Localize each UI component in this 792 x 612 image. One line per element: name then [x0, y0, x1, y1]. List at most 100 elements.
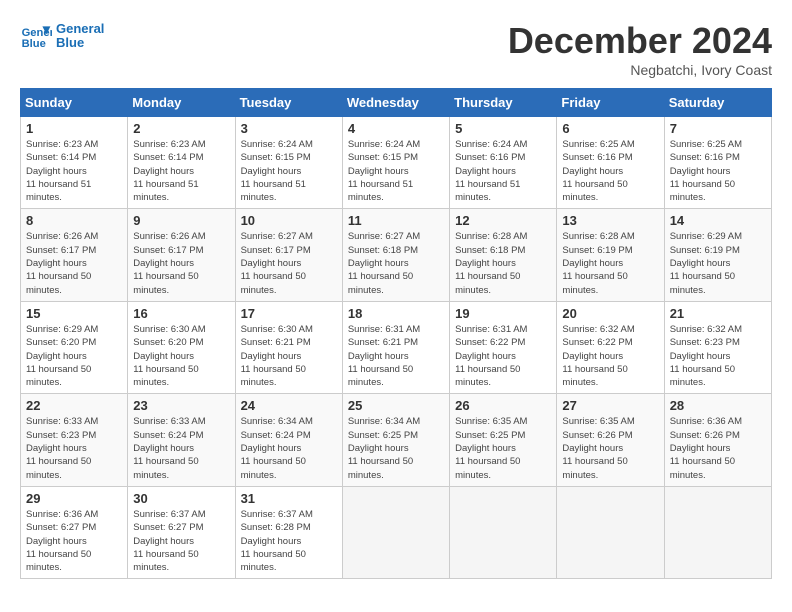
- table-row: [557, 486, 664, 578]
- table-row: [450, 486, 557, 578]
- calendar-week-row: 15 Sunrise: 6:29 AMSunset: 6:20 PMDayligh…: [21, 301, 772, 393]
- calendar-week-row: 1 Sunrise: 6:23 AMSunset: 6:14 PMDaylight…: [21, 117, 772, 209]
- day-info: Sunrise: 6:28 AMSunset: 6:19 PMDaylight …: [562, 230, 658, 296]
- day-number: 1: [26, 121, 122, 136]
- day-number: 4: [348, 121, 444, 136]
- day-info: Sunrise: 6:28 AMSunset: 6:18 PMDaylight …: [455, 230, 551, 296]
- day-number: 11: [348, 213, 444, 228]
- table-row: 5 Sunrise: 6:24 AMSunset: 6:16 PMDaylight…: [450, 117, 557, 209]
- table-row: 29Sunrise: 6:36 AMSunset: 6:27 PMDayligh…: [21, 486, 128, 578]
- day-info: Sunrise: 6:34 AMSunset: 6:25 PMDaylight …: [348, 415, 444, 481]
- table-row: 19 Sunrise: 6:31 AMSunset: 6:22 PMDayligh…: [450, 301, 557, 393]
- day-number: 28: [670, 398, 766, 413]
- day-info: Sunrise: 6:24 AMSunset: 6:15 PMDaylight …: [348, 138, 444, 204]
- day-info: Sunrise: 6:24 AMSunset: 6:15 PMDaylight …: [241, 138, 337, 204]
- day-number: 5: [455, 121, 551, 136]
- day-info: Sunrise: 6:35 AMSunset: 6:25 PMDaylight …: [455, 415, 551, 481]
- logo: General Blue General Blue: [20, 20, 104, 52]
- day-number: 10: [241, 213, 337, 228]
- logo-line1: General: [56, 22, 104, 36]
- day-number: 24: [241, 398, 337, 413]
- table-row: 6 Sunrise: 6:25 AMSunset: 6:16 PMDaylight…: [557, 117, 664, 209]
- day-number: 13: [562, 213, 658, 228]
- table-row: 30 Sunrise: 6:37 AMSunset: 6:27 PMDayligh…: [128, 486, 235, 578]
- day-number: 14: [670, 213, 766, 228]
- col-tuesday: Tuesday: [235, 89, 342, 117]
- day-number: 20: [562, 306, 658, 321]
- calendar-subtitle: Negbatchi, Ivory Coast: [508, 62, 772, 78]
- day-info: Sunrise: 6:24 AMSunset: 6:16 PMDaylight …: [455, 138, 551, 204]
- table-row: 20Sunrise: 6:32 AMSunset: 6:22 PMDayligh…: [557, 301, 664, 393]
- col-friday: Friday: [557, 89, 664, 117]
- table-row: 15 Sunrise: 6:29 AMSunset: 6:20 PMDayligh…: [21, 301, 128, 393]
- day-number: 27: [562, 398, 658, 413]
- table-row: [342, 486, 449, 578]
- day-info: Sunrise: 6:29 AMSunset: 6:20 PMDaylight …: [26, 323, 122, 389]
- day-info: Sunrise: 6:31 AMSunset: 6:21 PMDaylight …: [348, 323, 444, 389]
- table-row: 2 Sunrise: 6:23 AMSunset: 6:14 PMDaylight…: [128, 117, 235, 209]
- day-info: Sunrise: 6:27 AMSunset: 6:17 PMDaylight …: [241, 230, 337, 296]
- table-row: 14Sunrise: 6:29 AMSunset: 6:19 PMDayligh…: [664, 209, 771, 301]
- logo-icon: General Blue: [20, 20, 52, 52]
- table-row: 9Sunrise: 6:26 AMSunset: 6:17 PMDaylight…: [128, 209, 235, 301]
- day-number: 30: [133, 491, 229, 506]
- table-row: 24Sunrise: 6:34 AMSunset: 6:24 PMDayligh…: [235, 394, 342, 486]
- day-number: 22: [26, 398, 122, 413]
- day-number: 17: [241, 306, 337, 321]
- day-number: 15: [26, 306, 122, 321]
- calendar-week-row: 22Sunrise: 6:33 AMSunset: 6:23 PMDayligh…: [21, 394, 772, 486]
- day-info: Sunrise: 6:37 AMSunset: 6:27 PMDaylight …: [133, 508, 229, 574]
- day-number: 7: [670, 121, 766, 136]
- table-row: 17 Sunrise: 6:30 AMSunset: 6:21 PMDayligh…: [235, 301, 342, 393]
- day-info: Sunrise: 6:25 AMSunset: 6:16 PMDaylight …: [670, 138, 766, 204]
- table-row: 25 Sunrise: 6:34 AMSunset: 6:25 PMDayligh…: [342, 394, 449, 486]
- table-row: 31Sunrise: 6:37 AMSunset: 6:28 PMDayligh…: [235, 486, 342, 578]
- day-info: Sunrise: 6:25 AMSunset: 6:16 PMDaylight …: [562, 138, 658, 204]
- day-info: Sunrise: 6:30 AMSunset: 6:21 PMDaylight …: [241, 323, 337, 389]
- day-info: Sunrise: 6:33 AMSunset: 6:24 PMDaylight …: [133, 415, 229, 481]
- svg-text:Blue: Blue: [22, 38, 46, 50]
- day-number: 25: [348, 398, 444, 413]
- day-info: Sunrise: 6:36 AMSunset: 6:27 PMDaylight …: [26, 508, 122, 574]
- day-info: Sunrise: 6:31 AMSunset: 6:22 PMDaylight …: [455, 323, 551, 389]
- day-number: 16: [133, 306, 229, 321]
- table-row: 21 Sunrise: 6:32 AMSunset: 6:23 PMDayligh…: [664, 301, 771, 393]
- day-info: Sunrise: 6:32 AMSunset: 6:23 PMDaylight …: [670, 323, 766, 389]
- table-row: 13 Sunrise: 6:28 AMSunset: 6:19 PMDayligh…: [557, 209, 664, 301]
- logo-line2: Blue: [56, 36, 104, 50]
- day-info: Sunrise: 6:27 AMSunset: 6:18 PMDaylight …: [348, 230, 444, 296]
- day-number: 2: [133, 121, 229, 136]
- day-number: 21: [670, 306, 766, 321]
- calendar-week-row: 29Sunrise: 6:36 AMSunset: 6:27 PMDayligh…: [21, 486, 772, 578]
- day-number: 9: [133, 213, 229, 228]
- day-info: Sunrise: 6:30 AMSunset: 6:20 PMDaylight …: [133, 323, 229, 389]
- day-info: Sunrise: 6:37 AMSunset: 6:28 PMDaylight …: [241, 508, 337, 574]
- table-row: 7 Sunrise: 6:25 AMSunset: 6:16 PMDaylight…: [664, 117, 771, 209]
- calendar-week-row: 8 Sunrise: 6:26 AMSunset: 6:17 PMDaylight…: [21, 209, 772, 301]
- day-number: 18: [348, 306, 444, 321]
- table-row: 28 Sunrise: 6:36 AMSunset: 6:26 PMDayligh…: [664, 394, 771, 486]
- day-number: 23: [133, 398, 229, 413]
- day-info: Sunrise: 6:26 AMSunset: 6:17 PMDaylight …: [26, 230, 122, 296]
- day-number: 6: [562, 121, 658, 136]
- day-number: 26: [455, 398, 551, 413]
- table-row: 26 Sunrise: 6:35 AMSunset: 6:25 PMDayligh…: [450, 394, 557, 486]
- calendar-header-row: Sunday Monday Tuesday Wednesday Thursday…: [21, 89, 772, 117]
- day-info: Sunrise: 6:35 AMSunset: 6:26 PMDaylight …: [562, 415, 658, 481]
- table-row: 27 Sunrise: 6:35 AMSunset: 6:26 PMDayligh…: [557, 394, 664, 486]
- table-row: 18 Sunrise: 6:31 AMSunset: 6:21 PMDayligh…: [342, 301, 449, 393]
- col-monday: Monday: [128, 89, 235, 117]
- table-row: [664, 486, 771, 578]
- table-row: 12 Sunrise: 6:28 AMSunset: 6:18 PMDayligh…: [450, 209, 557, 301]
- col-thursday: Thursday: [450, 89, 557, 117]
- title-block: December 2024 Negbatchi, Ivory Coast: [508, 20, 772, 78]
- day-number: 12: [455, 213, 551, 228]
- day-info: Sunrise: 6:36 AMSunset: 6:26 PMDaylight …: [670, 415, 766, 481]
- col-wednesday: Wednesday: [342, 89, 449, 117]
- calendar-table: Sunday Monday Tuesday Wednesday Thursday…: [20, 88, 772, 579]
- day-number: 19: [455, 306, 551, 321]
- table-row: 11 Sunrise: 6:27 AMSunset: 6:18 PMDayligh…: [342, 209, 449, 301]
- day-number: 8: [26, 213, 122, 228]
- table-row: 8 Sunrise: 6:26 AMSunset: 6:17 PMDaylight…: [21, 209, 128, 301]
- day-info: Sunrise: 6:23 AMSunset: 6:14 PMDaylight …: [133, 138, 229, 204]
